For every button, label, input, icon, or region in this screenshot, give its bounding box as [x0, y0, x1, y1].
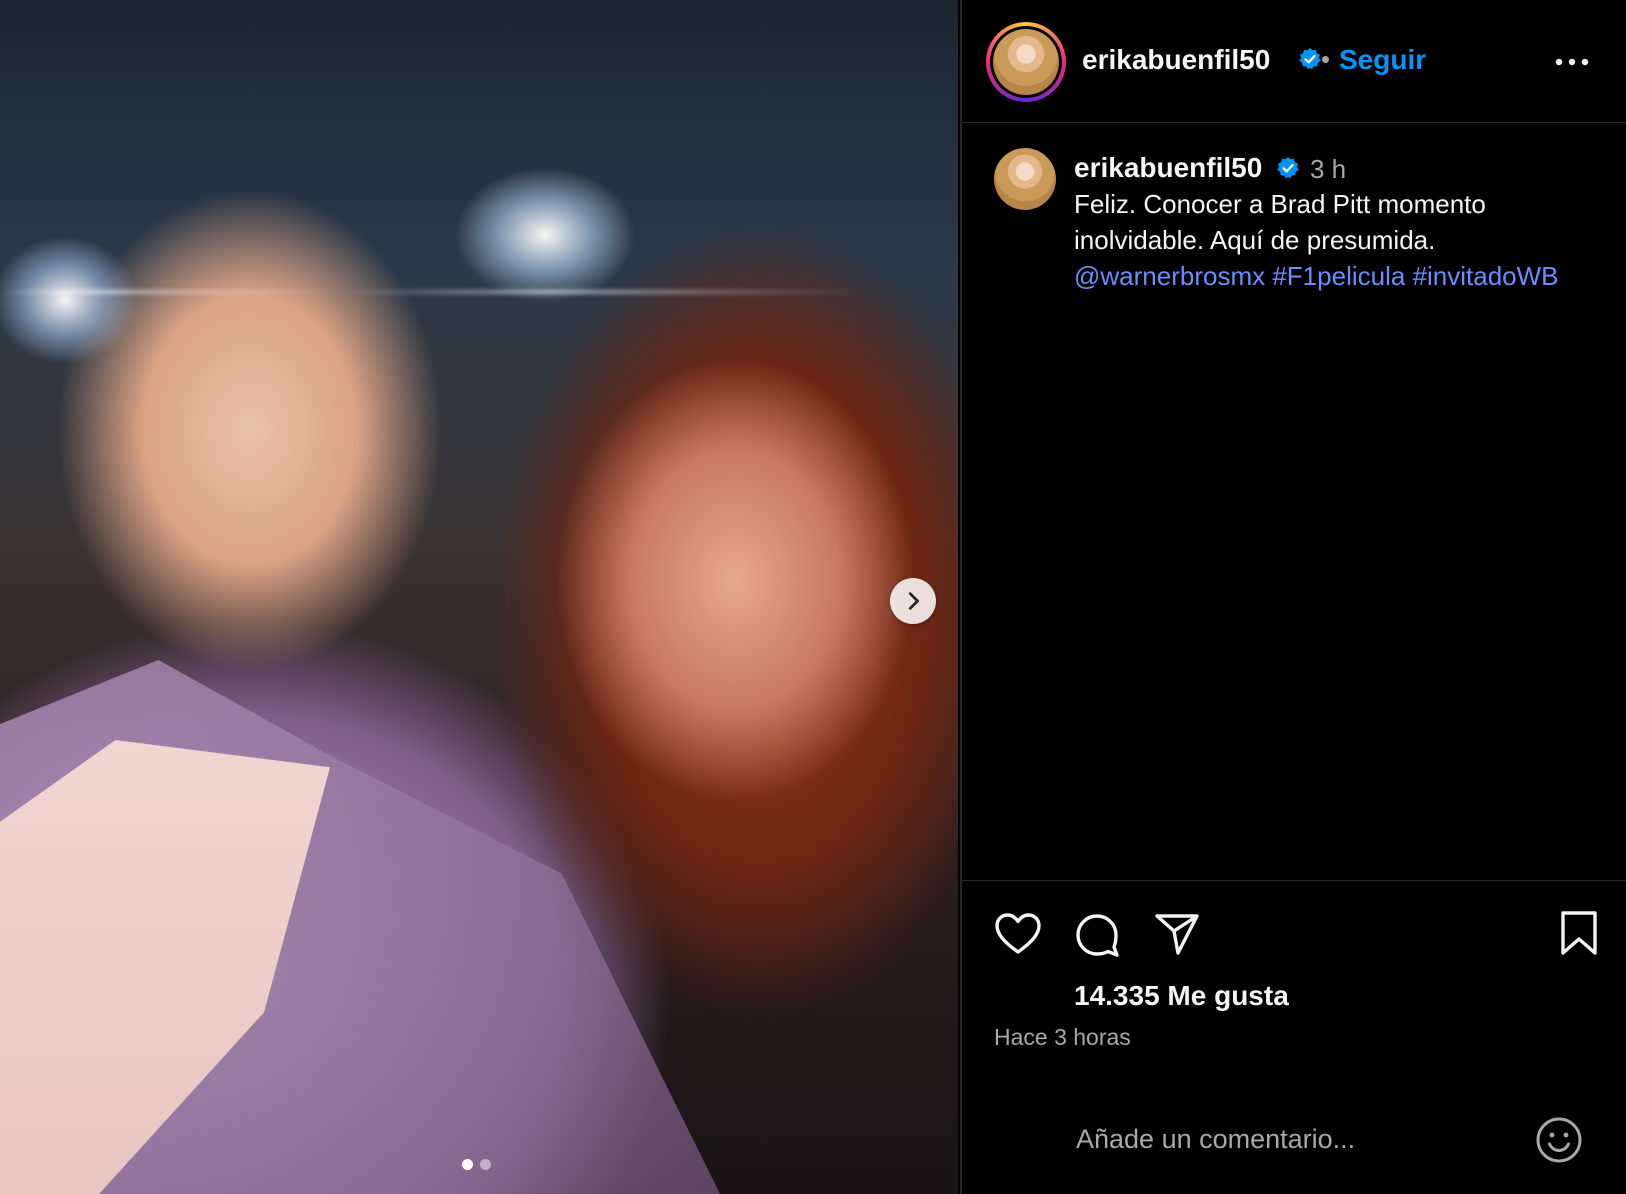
post-media[interactable] [0, 0, 958, 1194]
mention-link[interactable]: @warnerbrosmx [1074, 261, 1265, 291]
separator-dot: • [1321, 44, 1331, 74]
carousel-dot [480, 1159, 491, 1170]
caption-body: Feliz. Conocer a Brad Pitt momento inolv… [1074, 189, 1486, 255]
post-header: erikabuenfil50 • Seguir [962, 0, 1626, 123]
verified-badge-icon [1299, 48, 1321, 70]
carousel-dot-active [462, 1159, 473, 1170]
more-options-icon[interactable] [1555, 58, 1589, 66]
carousel-indicator [462, 1159, 491, 1170]
caption-text: Feliz. Conocer a Brad Pitt momento inolv… [1074, 186, 1594, 294]
header-username[interactable]: erikabuenfil50 [1082, 44, 1270, 76]
caption-avatar[interactable] [994, 148, 1056, 210]
next-slide-button[interactable] [890, 578, 936, 624]
share-icon[interactable] [1154, 912, 1200, 956]
comment-input[interactable] [1074, 1118, 1508, 1160]
avatar [993, 29, 1059, 95]
follow-button[interactable]: Seguir [1339, 44, 1426, 76]
post-panel: erikabuenfil50 • Seguir erikabuenfil50 3… [960, 0, 1626, 1194]
avatar-story-ring[interactable] [986, 22, 1066, 102]
comment-icon[interactable] [1074, 912, 1120, 958]
heart-icon[interactable] [994, 912, 1042, 956]
emoji-icon[interactable] [1534, 1115, 1584, 1165]
photo-detail [0, 290, 958, 294]
chevron-right-icon [908, 592, 919, 610]
comment-bar [962, 1100, 1626, 1194]
likes-count[interactable]: 14.335 Me gusta [1074, 980, 1289, 1012]
caption-timestamp[interactable]: 3 h [1310, 154, 1346, 185]
verified-badge-icon [1277, 157, 1299, 179]
caption-username[interactable]: erikabuenfil50 [1074, 152, 1262, 184]
divider [962, 880, 1626, 881]
hashtag-link[interactable]: #F1pelicula [1272, 261, 1405, 291]
bookmark-icon[interactable] [1560, 910, 1598, 956]
avatar-ring-gap [990, 26, 1062, 98]
post-time-ago[interactable]: Hace 3 horas [994, 1024, 1131, 1051]
hashtag-link[interactable]: #invitadoWB [1413, 261, 1559, 291]
